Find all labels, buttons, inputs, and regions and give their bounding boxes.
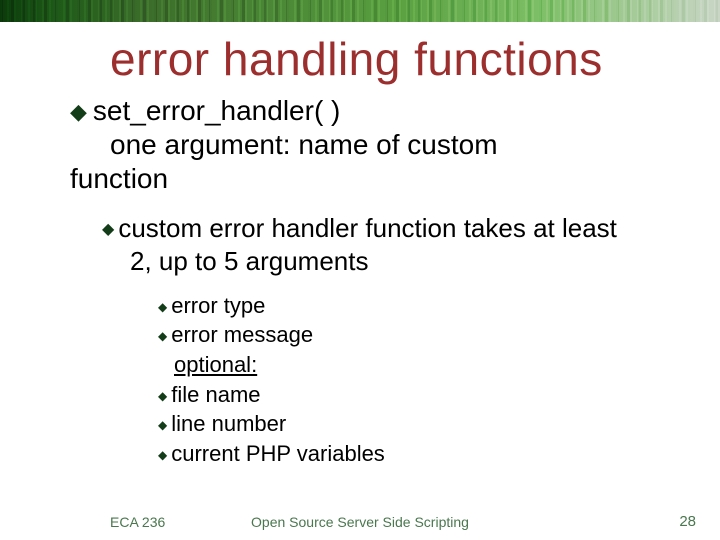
arg-e: current PHP variables	[171, 441, 385, 466]
arg-b: error message	[171, 322, 313, 347]
bullet-icon: ◆	[70, 99, 87, 126]
bullet-level2: ◆custom error handler function takes at …	[102, 212, 720, 278]
sub-line1: custom error handler function takes at l…	[118, 213, 617, 243]
decorative-top-bar	[0, 0, 720, 22]
slide: error handling functions ◆set_error_hand…	[0, 0, 720, 540]
arg-d: line number	[171, 411, 286, 436]
slide-body: ◆set_error_handler( ) one argument: name…	[70, 94, 720, 469]
slide-title: error handling functions	[110, 32, 720, 86]
desc-line1: one argument: name of custom	[110, 129, 498, 160]
slide-footer: ECA 236 Open Source Server Side Scriptin…	[0, 508, 720, 530]
bullet-level3-list: ◆error type ◆error message	[158, 291, 720, 350]
bullet-level1: ◆set_error_handler( ) one argument: name…	[70, 94, 720, 196]
bullet-icon: ◆	[158, 388, 167, 404]
arg-a: error type	[171, 293, 265, 318]
bullet-icon: ◆	[158, 447, 167, 463]
sub-line2: 2, up to 5 arguments	[130, 246, 368, 276]
desc-line2: function	[70, 163, 168, 194]
bullet-icon: ◆	[158, 328, 167, 344]
footer-slide-number: 28	[679, 513, 696, 530]
optional-label: optional:	[174, 350, 720, 380]
bullet-icon: ◆	[102, 220, 114, 240]
bullet-level3-list-cont: ◆file name ◆line number ◆current PHP var…	[158, 380, 720, 469]
bullet-icon: ◆	[158, 417, 167, 433]
footer-center: Open Source Server Side Scripting	[0, 514, 720, 530]
func-name: set_error_handler( )	[93, 95, 340, 126]
bullet-icon: ◆	[158, 299, 167, 315]
arg-c: file name	[171, 382, 260, 407]
